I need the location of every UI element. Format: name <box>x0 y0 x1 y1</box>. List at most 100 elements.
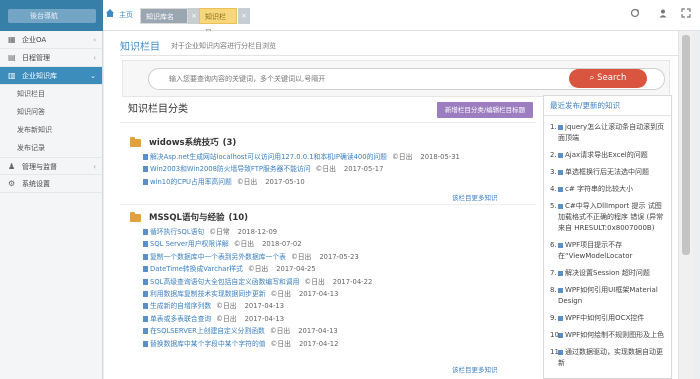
item-number: 5. <box>550 202 557 210</box>
list-item[interactable]: 复制一个数据库中一个表到另外数据库一个表 ©日出 2017-05-23 <box>130 251 536 263</box>
list-item[interactable]: SQL Server用户权限详解 ©日出 2018-07-02 <box>130 238 536 250</box>
scrollbar-thumb[interactable] <box>682 35 690 255</box>
list-item[interactable]: 5. C#中导入DllImport 提示 试图加载格式不正确的程序 错误 (异常来… <box>550 201 667 234</box>
article-link[interactable]: 在SQLSERVER上创建自定义分割函数 <box>150 327 265 335</box>
list-item[interactable]: 10. WPF如何绘制不规则图形及上色 <box>550 330 667 341</box>
list-item[interactable]: 利用数据库复制技术实现数据同步更新 ©日出 2017-04-13 <box>130 288 536 300</box>
list-item[interactable]: 2. Ajax请求导出Excel的问题 <box>550 150 667 161</box>
sidebar-subitem-records[interactable]: 发布记录 <box>0 139 102 157</box>
brand-area: 後台導航 <box>0 0 103 31</box>
recent-link[interactable]: Ajax请求导出Excel的问题 <box>565 151 648 159</box>
recent-link[interactable]: WPF如何引用UI框架Material Design <box>558 286 658 305</box>
article-link[interactable]: DateTime转换成Varchar样式 <box>150 265 243 273</box>
sidebar-subitem-qa[interactable]: 知识问答 <box>0 103 102 121</box>
item-number: 2. <box>550 151 557 159</box>
sidebar-item-schedule[interactable]: ▤ 日程管理 ‹ <box>0 49 102 67</box>
inner-scrollbar[interactable] <box>678 31 693 379</box>
item-number: 10. <box>550 331 562 339</box>
article-link[interactable]: 利用数据库复制技术实现数据同步更新 <box>150 290 266 298</box>
recent-link[interactable]: WPF中如何引用OCX控件 <box>565 314 644 322</box>
list-item[interactable]: 1. jquery怎么让滚动条自动滚到页面顶端 <box>550 122 667 144</box>
list-item[interactable]: 在SQLSERVER上创建自定义分割函数 ©日出 2017-04-13 <box>130 325 536 337</box>
sidebar-item-knowledge-base[interactable]: ▥ 企业知识库 ⌄ <box>0 67 102 85</box>
list-item[interactable]: 7. 解决设置Session 超时问题 <box>550 268 667 279</box>
article-link[interactable]: 生成新的自增序列数 <box>150 302 211 310</box>
chevron-left-icon: ‹ <box>93 54 96 62</box>
list-item[interactable]: win10的CPU占用率高问题 ©日出 2017-05-10 <box>130 176 536 188</box>
article-link[interactable]: 替换数据库中某个字段中某个字符的值 <box>150 340 266 348</box>
group-name: widows系统技巧 <box>149 138 219 148</box>
recent-link[interactable]: WPF如何绘制不规则图形及上色 <box>565 331 664 339</box>
more-link[interactable]: 该栏目更多知识 <box>452 192 498 202</box>
document-icon <box>558 169 563 175</box>
list-item[interactable]: 生成新的自增序列数 ©日出 2017-04-13 <box>130 300 536 312</box>
refresh-icon[interactable] <box>624 0 646 31</box>
recent-link[interactable]: jquery怎么让滚动条自动滚到页面顶端 <box>558 123 664 142</box>
close-icon[interactable]: × <box>238 8 250 24</box>
list-item[interactable]: 3. 单选框换行后无法选中问题 <box>550 167 667 178</box>
list-item[interactable]: 替换数据库中某个字段中某个字符的值 ©日出 2017-04-12 <box>130 338 536 350</box>
sidebar-subitem-publish[interactable]: 发布新知识 <box>0 121 102 139</box>
list-item[interactable]: 循环执行SQL语句 ©日常 2018-12-09 <box>130 226 536 238</box>
article-link[interactable]: SQL高级查询语句大全包括自定义函数编写和调用 <box>150 278 299 286</box>
document-icon <box>143 266 148 273</box>
sidebar: ▦ 企业OA ‹ ▤ 日程管理 ‹ ▥ 企业知识库 ⌄ 知识栏目 知识问答 发布… <box>0 31 103 379</box>
user-icon[interactable] <box>652 0 674 31</box>
brand-label[interactable]: 後台導航 <box>8 9 96 23</box>
recent-link[interactable]: c# 字符串的比较大小 <box>565 185 633 193</box>
article-link[interactable]: 解决Asp.net生成网站localhost可以访问用127.0.0.1和本机I… <box>150 153 387 161</box>
article-link[interactable]: Win2003和Win2008防火墙导致FTP服务器不能访问 <box>150 165 311 173</box>
article-link[interactable]: 复制一个数据库中一个表到另外数据库一个表 <box>150 253 286 261</box>
breadcrumb-home[interactable]: 主页 <box>119 10 133 20</box>
recent-list: 1. jquery怎么让滚动条自动滚到页面顶端 2. Ajax请求导出Excel的问… <box>544 116 671 369</box>
list-item[interactable]: 4. c# 字符串的比较大小 <box>550 184 667 195</box>
sidebar-item-management[interactable]: ♟ 管理与监督 ‹ <box>0 157 102 175</box>
author: ©日出 <box>391 153 413 161</box>
list-item[interactable]: 6. WPF项目提示不存在“ViewModelLocator <box>550 240 667 262</box>
list-item[interactable]: 单表或多表联合查询 ©日出 2017-04-13 <box>130 313 536 325</box>
list-item[interactable]: 解决Asp.net生成网站localhost可以访问用127.0.0.1和本机I… <box>130 151 536 163</box>
recent-link[interactable]: WPF项目提示不存在“ViewModelLocator <box>558 241 632 260</box>
date: 2017-04-13 <box>244 302 285 311</box>
group-header[interactable]: MSSQL语句与经验 (10) <box>130 211 536 226</box>
recent-link[interactable]: 单选框换行后无法选中问题 <box>565 168 649 176</box>
recent-link[interactable]: C#中导入DllImport 提示 试图加载格式不正确的程序 错误 (异常来自 … <box>558 202 663 232</box>
search-bar: ⌕ Search <box>122 60 670 97</box>
tab-knowledge-base[interactable]: 知识库名 <box>140 8 188 24</box>
tab-knowledge-columns[interactable]: 知识栏目 <box>199 8 237 37</box>
category-group: MSSQL语句与经验 (10) 循环执行SQL语句 ©日常 2018-12-09 SQ… <box>130 211 536 350</box>
author: ©日出 <box>270 289 291 298</box>
document-icon <box>143 154 148 160</box>
page-scrollbar[interactable] <box>693 31 700 379</box>
article-link[interactable]: 循环执行SQL语句 <box>150 228 204 236</box>
search-button[interactable]: ⌕ Search <box>569 69 647 88</box>
book-icon: ▥ <box>8 71 16 80</box>
sidebar-item-settings[interactable]: ⚙ 系统设置 <box>0 175 102 193</box>
article-link[interactable]: SQL Server用户权限详解 <box>150 240 229 248</box>
folder-icon <box>130 137 141 147</box>
author: ©日出 <box>247 265 269 274</box>
edit-category-button[interactable]: 新增栏目分类/编辑栏目标题 <box>437 102 533 118</box>
list-item[interactable]: 9. WPF中如何引用OCX控件 <box>550 313 667 324</box>
sidebar-subitem-columns[interactable]: 知识栏目 <box>0 85 102 103</box>
list-item[interactable]: 11. 通过数据驱动，实现数据自动更新 <box>550 347 667 369</box>
list-item[interactable]: 8. WPF如何引用UI框架Material Design <box>550 285 667 307</box>
article-link[interactable]: 单表或多表联合查询 <box>150 315 211 323</box>
recent-title: 最近发布/更新的知识 <box>544 96 671 116</box>
more-link[interactable]: 该栏目更多知识 <box>452 364 498 374</box>
group-header[interactable]: widows系统技巧 (3) <box>130 136 536 151</box>
list-item[interactable]: SQL高级查询语句大全包括自定义函数编写和调用 ©日出 2017-04-22 <box>130 276 536 288</box>
page-title: 知识栏目 <box>120 42 160 53</box>
item-number: 9. <box>550 314 557 322</box>
author: ©日出 <box>233 240 255 249</box>
recent-link[interactable]: 通过数据驱动，实现数据自动更新 <box>558 348 663 367</box>
home-icon[interactable] <box>103 3 116 28</box>
group-name: MSSQL语句与经验 <box>149 213 225 223</box>
recent-link[interactable]: 解决设置Session 超时问题 <box>565 269 650 277</box>
list-item[interactable]: DateTime转换成Varchar样式 ©日出 2017-04-25 <box>130 263 536 275</box>
list-item[interactable]: Win2003和Win2008防火墙导致FTP服务器不能访问 ©日出 2017-05… <box>130 163 536 175</box>
expand-icon[interactable] <box>675 0 697 31</box>
article-link[interactable]: win10的CPU占用率高问题 <box>150 178 232 186</box>
sidebar-item-enterprise-oa[interactable]: ▦ 企业OA ‹ <box>0 31 102 49</box>
sidebar-item-label: 管理与监督 <box>22 163 57 171</box>
